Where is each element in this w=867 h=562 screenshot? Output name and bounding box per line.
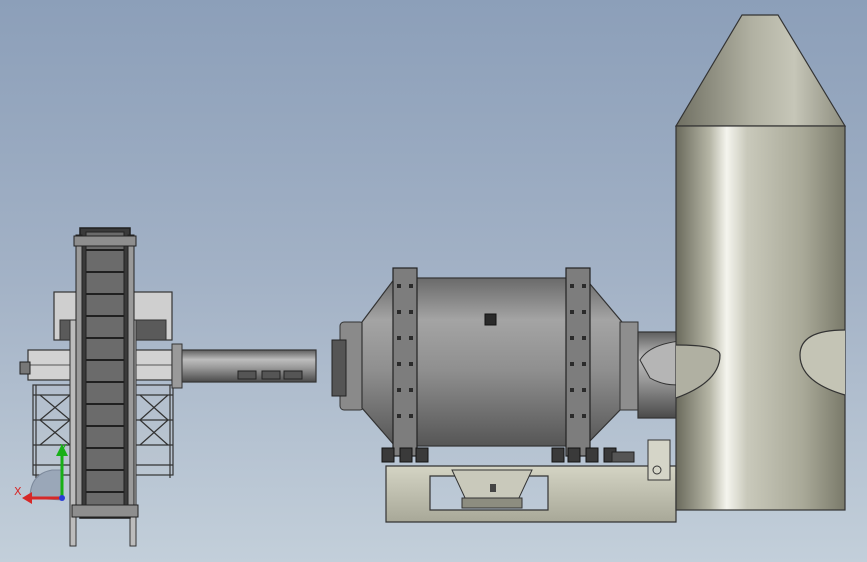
triad-y-label: Y xyxy=(59,442,67,455)
rotary-drum-icon[interactable] xyxy=(331,267,639,463)
cad-viewport[interactable]: X Y xyxy=(0,0,867,562)
cyclone-tower-icon[interactable] xyxy=(674,14,847,511)
drum-tyre-ring-right xyxy=(565,267,591,457)
drum-tyre-ring-left xyxy=(392,267,418,457)
cad-model-scene: X Y xyxy=(14,14,847,547)
triad-x-label: X xyxy=(14,485,22,498)
screw-feeder-icon[interactable] xyxy=(171,343,317,389)
conveyor-belt xyxy=(71,227,139,519)
drum-base-frame xyxy=(385,465,677,523)
